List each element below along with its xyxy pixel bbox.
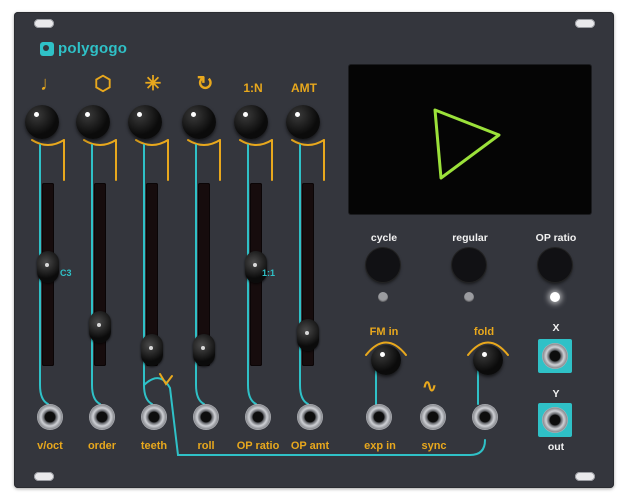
op-ratio-button-label: OP ratio	[535, 232, 577, 244]
roll-jack-label: roll	[197, 440, 215, 452]
roll-knob[interactable]	[182, 105, 216, 139]
voct-jack[interactable]	[37, 404, 63, 430]
x-out-label: X	[552, 322, 560, 334]
fm-in-knob[interactable]	[371, 345, 401, 375]
knob-arc-trace	[187, 139, 221, 146]
knob-arc-trace	[135, 139, 169, 146]
roll-jack[interactable]	[193, 404, 219, 430]
op-amt-jack[interactable]	[297, 404, 323, 430]
voct-knob[interactable]	[25, 105, 59, 139]
note-icon: ♩	[40, 73, 60, 95]
hexagon-icon: ⬡	[94, 73, 112, 95]
y-out-label: Y	[552, 388, 560, 400]
exp-in-label: exp in	[364, 440, 396, 452]
op-ratio-value-label: 1:1	[262, 268, 276, 278]
fold-cv-jack[interactable]	[472, 404, 498, 430]
exp-in-jack[interactable]	[366, 404, 392, 430]
order-jack[interactable]	[89, 404, 115, 430]
cycle-button-label: cycle	[370, 232, 398, 244]
knob-arc-trace	[291, 139, 325, 146]
op-ratio-knob[interactable]	[234, 105, 268, 139]
out-label: out	[547, 441, 565, 453]
sync-label: sync	[421, 440, 447, 452]
regular-led	[464, 292, 474, 302]
order-jack-label: order	[87, 440, 117, 452]
voct-jack-label: v/oct	[37, 440, 63, 452]
voct-value-label: C3	[60, 268, 72, 278]
asterisk-icon: ✳	[144, 73, 162, 95]
amt-label: AMT	[291, 81, 317, 95]
triangle-shape	[433, 108, 501, 180]
knob-arc-trace	[239, 139, 273, 146]
order-knob[interactable]	[76, 105, 110, 139]
cycle-button[interactable]	[366, 248, 400, 282]
y-out-jack-box	[538, 403, 572, 437]
y-out-jack[interactable]	[542, 407, 568, 433]
teeth-jack-label: teeth	[140, 440, 168, 452]
op-ratio-button[interactable]	[538, 248, 572, 282]
roll-arrow-icon: ↻	[196, 73, 214, 95]
fold-label: fold	[473, 326, 495, 338]
x-out-jack-box	[538, 339, 572, 373]
sync-wave-icon: ∿	[422, 376, 438, 396]
teeth-knob[interactable]	[128, 105, 162, 139]
op-amt-knob[interactable]	[286, 105, 320, 139]
teeth-slider-handle[interactable]	[141, 334, 163, 366]
sync-jack[interactable]	[420, 404, 446, 430]
op-amt-jack-label: OP amt	[290, 440, 330, 452]
voct-slider-handle[interactable]	[37, 250, 59, 283]
op-ratio-slider-handle[interactable]	[245, 250, 267, 283]
op-amt-slider-handle[interactable]	[297, 318, 319, 351]
roll-slider-handle[interactable]	[193, 334, 215, 366]
fold-knob[interactable]	[473, 345, 503, 375]
knob-arc-trace	[83, 139, 117, 146]
cycle-led	[378, 292, 388, 302]
module-stage: polygogo ♩ ⬡ ✳ ↻ 1:N AMT C3 1:1 v/oct or…	[0, 0, 630, 500]
regular-button[interactable]	[452, 248, 486, 282]
order-slider-handle[interactable]	[89, 311, 111, 344]
ratio-label: 1:N	[243, 81, 263, 95]
fm-in-label: FM in	[369, 326, 399, 338]
op-ratio-jack[interactable]	[245, 404, 271, 430]
oled-display	[349, 65, 591, 214]
display-shape	[433, 108, 501, 180]
regular-button-label: regular	[452, 232, 488, 244]
op-ratio-led	[550, 292, 560, 302]
op-ratio-jack-label: OP ratio	[236, 440, 280, 452]
knob-arc-trace	[31, 139, 65, 146]
teeth-jack[interactable]	[141, 404, 167, 430]
x-out-jack[interactable]	[542, 343, 568, 369]
